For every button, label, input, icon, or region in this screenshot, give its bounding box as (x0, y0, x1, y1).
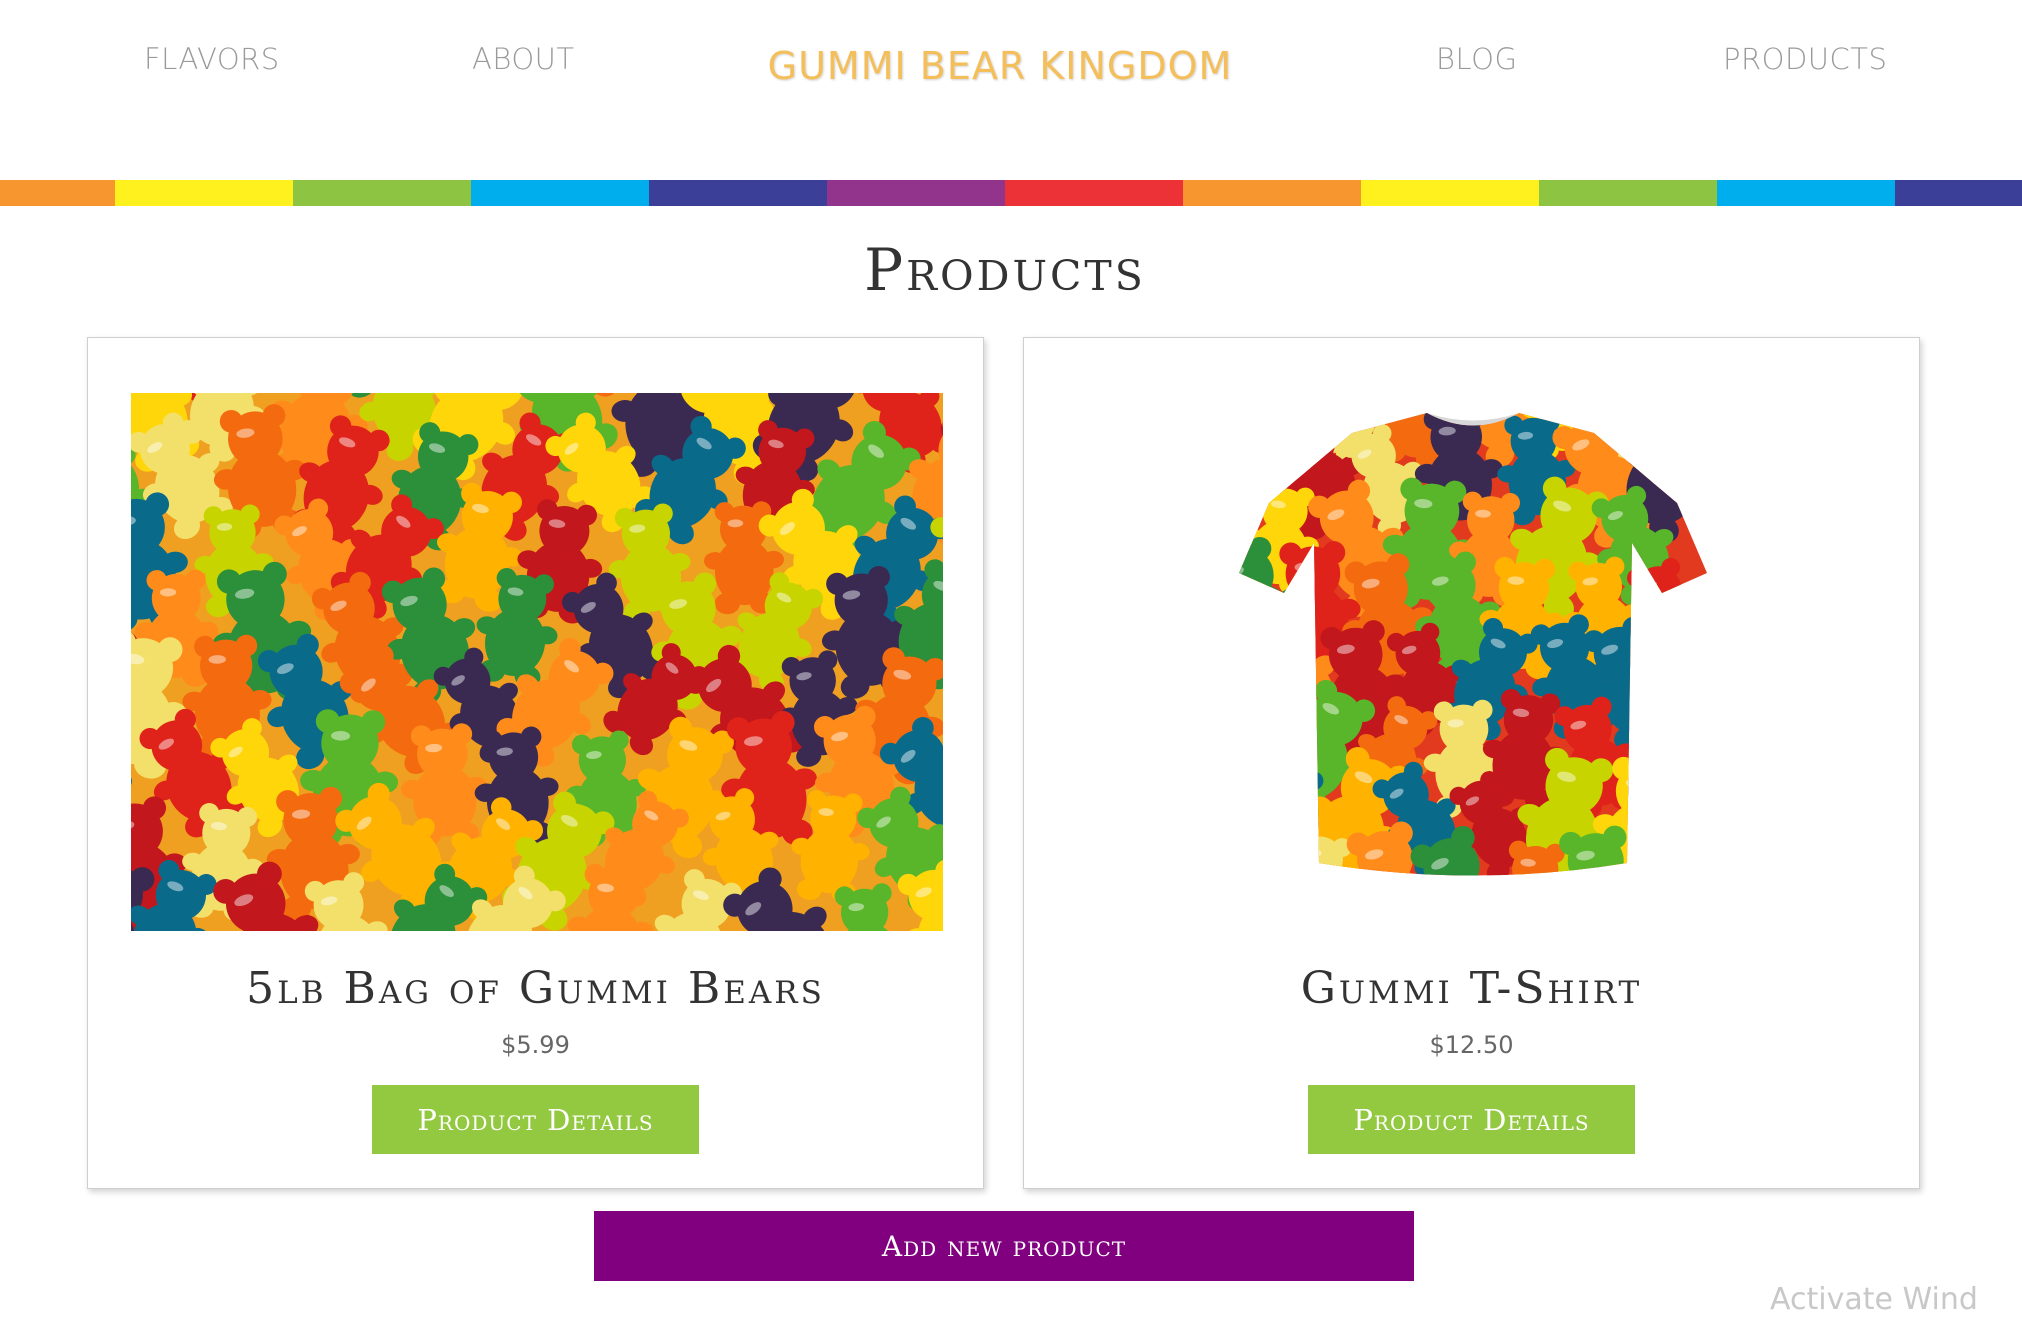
product-card: Gummi T-Shirt $12.50 Product Details (1023, 337, 1920, 1189)
nav-link-products[interactable]: PRODUCTS (1723, 42, 1887, 76)
rainbow-stripe (1895, 180, 2022, 206)
gummy-tshirt-photo[interactable] (1067, 393, 1879, 931)
rainbow-stripe (293, 180, 471, 206)
rainbow-stripe (827, 180, 1005, 206)
product-card: 5lb Bag of Gummi Bears $5.99 Product Det… (87, 337, 984, 1189)
gummy-bears-photo[interactable] (131, 393, 943, 931)
nav-link-blog[interactable]: BLOG (1436, 42, 1517, 76)
rainbow-stripe (1183, 180, 1361, 206)
product-price: $5.99 (88, 1031, 983, 1059)
brand-logo-text[interactable]: GUMMI BEAR KINGDOM (0, 44, 2000, 88)
product-name: Gummi T-Shirt (1024, 963, 1919, 1014)
product-details-button[interactable]: Product Details (372, 1085, 699, 1154)
top-nav: FLAVORS ABOUT GUMMI BEAR KINGDOM BLOG PR… (0, 0, 2022, 180)
rainbow-divider (0, 180, 2022, 206)
rainbow-stripe (0, 180, 115, 206)
product-name: 5lb Bag of Gummi Bears (88, 963, 983, 1014)
product-price: $12.50 (1024, 1031, 1919, 1059)
rainbow-stripe (1539, 180, 1717, 206)
add-new-product-button[interactable]: Add new product (594, 1211, 1414, 1281)
os-activation-watermark: Activate Wind (1770, 1282, 1978, 1317)
product-details-button[interactable]: Product Details (1308, 1085, 1635, 1154)
page-title: Products (0, 236, 2010, 304)
rainbow-stripe (471, 180, 649, 206)
rainbow-stripe (1361, 180, 1539, 206)
rainbow-stripe (1717, 180, 1895, 206)
rainbow-stripe (649, 180, 827, 206)
rainbow-stripe (1005, 180, 1183, 206)
rainbow-stripe (115, 180, 293, 206)
